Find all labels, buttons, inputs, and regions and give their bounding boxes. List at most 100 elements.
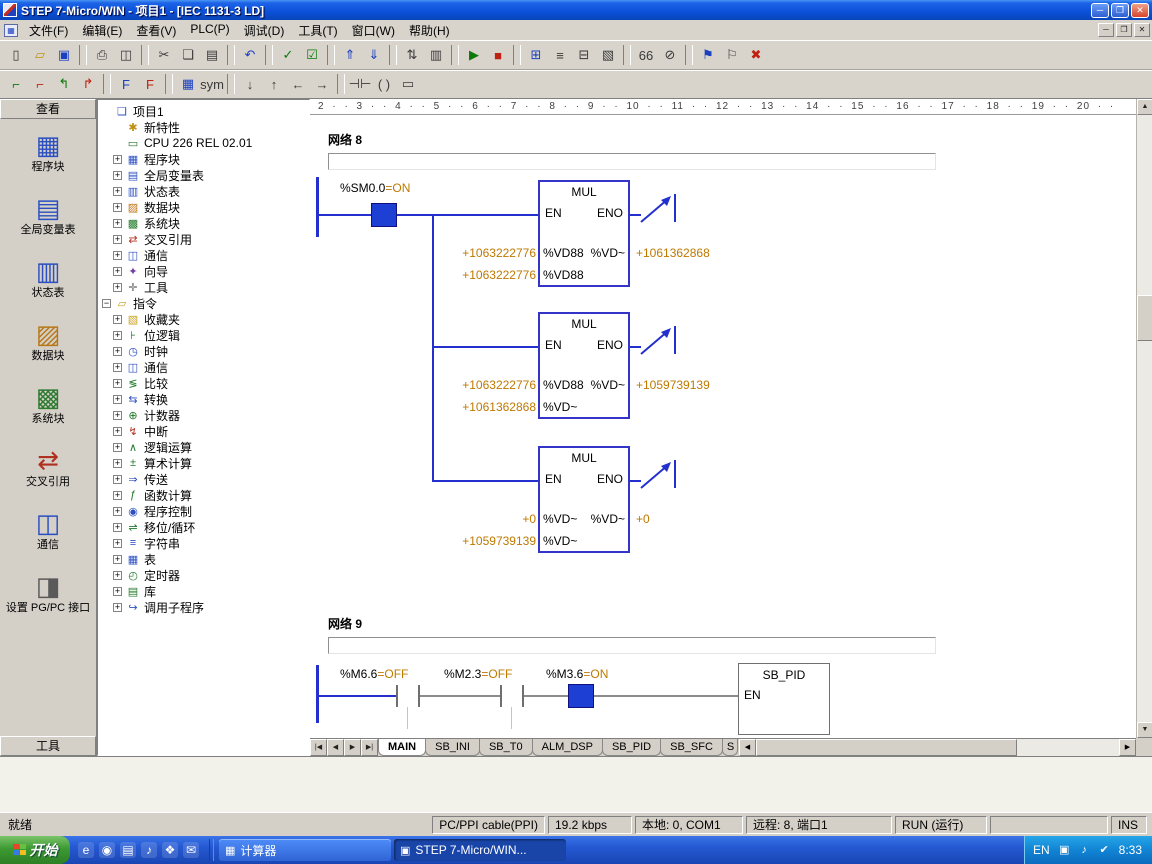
tree-expand-box[interactable]: −	[102, 299, 111, 308]
operand[interactable]: %VD88	[543, 378, 584, 392]
tree-expand-box[interactable]: +	[113, 507, 122, 516]
upload-button[interactable]: ⇑	[338, 44, 362, 66]
network-8-comment[interactable]	[328, 153, 936, 170]
task-calculator[interactable]: ▦ 计算器	[219, 839, 391, 861]
tree-expand-box[interactable]	[102, 107, 111, 116]
view-program-block[interactable]: ▦ 程序块	[0, 125, 96, 188]
tree-expand-box[interactable]: +	[113, 571, 122, 580]
toolbar-button[interactable]	[623, 45, 631, 65]
child-window-icon[interactable]: ▦	[4, 24, 18, 37]
view-data-block[interactable]: ▨ 数据块	[0, 314, 96, 377]
scroll-right-arrow[interactable]: ▶	[1119, 739, 1136, 756]
tree-expand-box[interactable]: +	[113, 171, 122, 180]
pause-status-button[interactable]: ⊘	[658, 44, 682, 66]
task-step7[interactable]: ▣ STEP 7-Micro/WIN...	[394, 839, 566, 861]
tab-sb-sfc[interactable]: SB_SFC	[660, 739, 723, 756]
toolbar-button[interactable]	[265, 45, 273, 65]
tree-item[interactable]: + ƒ 函数计算	[98, 487, 309, 503]
tab-prev-button[interactable]: ◀	[327, 739, 344, 756]
copy-button[interactable]: ❏	[176, 44, 200, 66]
bookmark-next-button[interactable]: ⚐	[720, 44, 744, 66]
app-icon[interactable]	[3, 3, 17, 17]
scroll-down-arrow[interactable]: ▼	[1137, 722, 1152, 738]
tab-main[interactable]: MAIN	[378, 739, 426, 756]
line-right-button[interactable]: →	[310, 73, 334, 95]
tree-expand-box[interactable]: +	[113, 315, 122, 324]
quick-launch-4[interactable]: ♪	[141, 842, 157, 858]
symbolic-view-button[interactable]: sym	[200, 73, 224, 95]
tab-partial[interactable]: S	[722, 739, 738, 756]
tree-item[interactable]: + ◴ 定时器	[98, 567, 309, 583]
line-down-button[interactable]: ↓	[238, 73, 262, 95]
tree-item[interactable]: + ≶ 比较	[98, 375, 309, 391]
tree-expand-box[interactable]: +	[113, 187, 122, 196]
tree-item[interactable]: + ▦ 程序块	[98, 151, 309, 167]
options-button[interactable]: ▥	[424, 44, 448, 66]
menu-item[interactable]: 调试(D)	[237, 20, 292, 41]
force-button[interactable]: F	[114, 73, 138, 95]
delete-row-button[interactable]: ↱	[76, 73, 100, 95]
open-file-button[interactable]: ▱	[28, 44, 52, 66]
tree-item[interactable]: + ⇄ 交叉引用	[98, 231, 309, 247]
operand[interactable]: %VD~	[585, 378, 625, 392]
network-9-comment[interactable]	[328, 637, 936, 654]
view-set-pgpc-interface[interactable]: ◨ 设置 PG/PC 接口	[0, 566, 96, 629]
sb-pid-block[interactable]: SB_PID EN	[738, 663, 830, 735]
view-stl-button[interactable]: ≡	[548, 44, 572, 66]
tree-item[interactable]: + ▤ 全局变量表	[98, 167, 309, 183]
toolbar-button[interactable]	[103, 74, 111, 94]
quick-launch-5[interactable]: ❖	[162, 842, 178, 858]
tree-item[interactable]: + ◷ 时钟	[98, 343, 309, 359]
tab-last-button[interactable]: ▶|	[361, 739, 378, 756]
tab-sb-pid[interactable]: SB_PID	[602, 739, 661, 756]
menu-item[interactable]: 帮助(H)	[402, 20, 457, 41]
cut-button[interactable]: ✂	[152, 44, 176, 66]
contact-m66[interactable]	[396, 685, 398, 707]
tree-item[interactable]: + ⊕ 计数器	[98, 407, 309, 423]
bookmark-clear-button[interactable]: ✖	[744, 44, 768, 66]
view-ladder-button[interactable]: ⊞	[524, 44, 548, 66]
tree-item[interactable]: + ⇒ 传送	[98, 471, 309, 487]
quick-launch-ie[interactable]: e	[78, 842, 94, 858]
menu-item[interactable]: PLC(P)	[183, 20, 236, 41]
toolbar-button[interactable]	[227, 45, 235, 65]
tree-expand-box[interactable]: +	[113, 251, 122, 260]
status-chart-button[interactable]: ▧	[596, 44, 620, 66]
tree-expand-box[interactable]: +	[113, 555, 122, 564]
tree-expand-box[interactable]: +	[113, 235, 122, 244]
operand[interactable]: %VD88	[543, 268, 584, 282]
tab-next-button[interactable]: ▶	[344, 739, 361, 756]
unforce-button[interactable]: F	[138, 73, 162, 95]
new-file-button[interactable]: ▯	[4, 44, 28, 66]
restore-button[interactable]: ❐	[1111, 3, 1129, 18]
tree-item[interactable]: + ↪ 调用子程序	[98, 599, 309, 615]
view-fbd-button[interactable]: ⊟	[572, 44, 596, 66]
minimize-button[interactable]: ─	[1091, 3, 1109, 18]
close-button[interactable]: ✕	[1131, 3, 1149, 18]
tree-expand-box[interactable]: +	[113, 459, 122, 468]
symbol-table-button[interactable]: ▦	[176, 73, 200, 95]
operand[interactable]: %VD~	[543, 512, 577, 526]
insert-coil-button[interactable]: ( )	[372, 73, 396, 95]
language-indicator[interactable]: EN	[1033, 843, 1050, 857]
scroll-up-arrow[interactable]: ▲	[1137, 99, 1152, 115]
stop-button[interactable]: ■	[486, 44, 510, 66]
tree-item[interactable]: − ▱ 指令	[98, 295, 309, 311]
tab-first-button[interactable]: |◀	[310, 739, 327, 756]
tree-expand-box[interactable]: +	[113, 603, 122, 612]
contact-m23[interactable]	[500, 685, 502, 707]
compile-all-button[interactable]: ☑	[300, 44, 324, 66]
view-global-variable-table[interactable]: ▤ 全局变量表	[0, 188, 96, 251]
print-button[interactable]: ⎙	[90, 44, 114, 66]
print-preview-button[interactable]: ◫	[114, 44, 138, 66]
start-button[interactable]: 开始	[0, 836, 70, 864]
program-status-button[interactable]: 66	[634, 44, 658, 66]
tree-item[interactable]: ✱ 新特性	[98, 119, 309, 135]
horizontal-scrollbar[interactable]: ◀ ▶	[739, 739, 1136, 756]
menu-item[interactable]: 窗口(W)	[345, 20, 402, 41]
tree-item[interactable]: + ↯ 中断	[98, 423, 309, 439]
toolbar-button[interactable]	[513, 45, 521, 65]
child-close-button[interactable]: ✕	[1134, 23, 1150, 37]
tree-item[interactable]: + ▨ 数据块	[98, 199, 309, 215]
tree-expand-box[interactable]: +	[113, 475, 122, 484]
